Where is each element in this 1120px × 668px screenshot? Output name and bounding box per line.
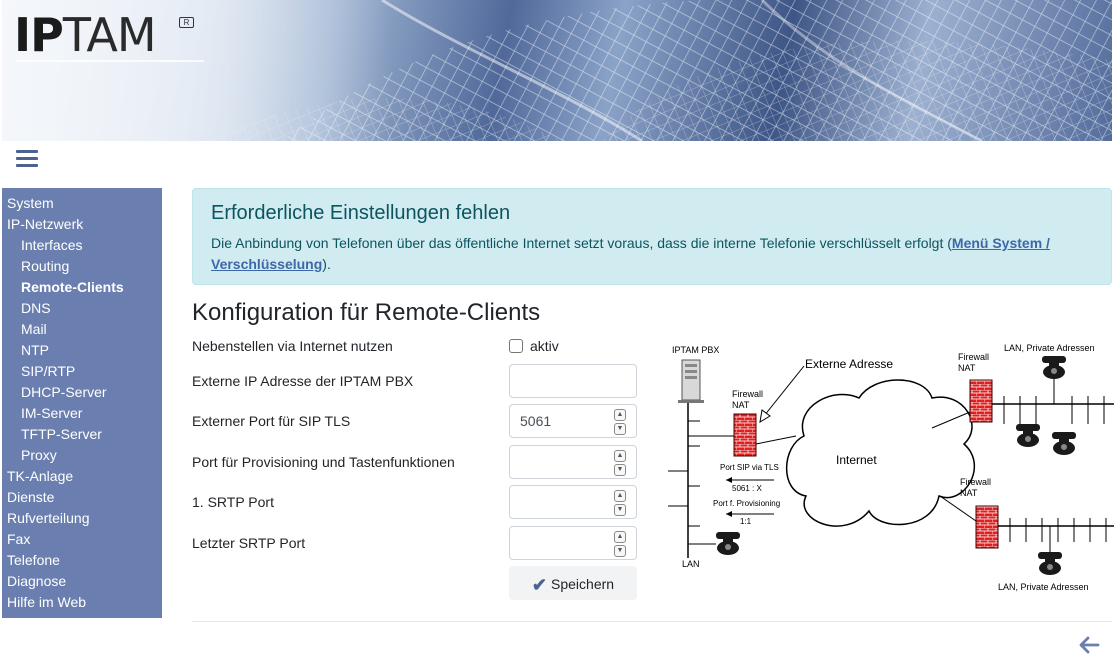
remote-phone-icon [1042,356,1066,379]
internet-cloud-icon [785,379,976,527]
remote-phone-icon [1052,432,1076,455]
firewall-right-bottom-label: Firewall [960,477,991,487]
firewall-right-bottom-icon [975,505,999,549]
spin-down-icon: ▼ [614,464,626,476]
aktiv-label: aktiv [530,338,559,354]
sidebar-item-dns[interactable]: DNS [2,298,162,319]
sidebar-item-system[interactable]: System [2,193,162,214]
local-phone-icon [716,532,740,555]
iptam-logo: IPTAM [14,8,157,62]
sip-tls-port-input[interactable]: 5061 ▲ ▼ [509,404,637,438]
nat-right-top-label: NAT [958,363,976,373]
nat-left-label: NAT [732,400,750,410]
alert-title: Erforderliche Einstellungen fehlen [211,202,511,224]
remote-clients-network-diagram: IPTAM PBX LAN Firewall NAT Port SIP via … [668,343,1114,592]
header-banner: IPTAM R [2,0,1112,141]
sidebar-item-proxy[interactable]: Proxy [2,445,162,466]
remote-phone-icon [1016,424,1040,447]
sidebar-item-fax[interactable]: Fax [2,529,162,550]
missing-settings-alert: Erforderliche Einstellungen fehlen Die A… [192,188,1112,285]
external-address-label: Externe Adresse [805,357,893,371]
spin-down-icon: ▼ [614,545,626,557]
srtp-first-port-label: 1. SRTP Port [192,494,274,510]
srtp-last-port-input[interactable]: ▲ ▼ [509,526,637,560]
back-arrow-icon[interactable] [1076,632,1102,658]
firewall-left-label: Firewall [732,389,763,399]
sidebar-item-ntp[interactable]: NTP [2,340,162,361]
sidebar-item-diagnose[interactable]: Diagnose [2,571,162,592]
srtp-last-port-spinner[interactable]: ▲ ▼ [614,531,626,557]
sidebar-item-sip-rtp[interactable]: SIP/RTP [2,361,162,382]
lan-private-bottom-label: LAN, Private Adressen [998,582,1089,592]
provisioning-port-input[interactable]: ▲ ▼ [509,445,637,479]
provisioning-port-spinner[interactable]: ▲ ▼ [614,450,626,476]
lan-label: LAN [682,559,700,569]
nat-right-bottom-label: NAT [960,488,978,498]
sidebar-item-remote-clients[interactable]: Remote-Clients [2,277,162,298]
spin-up-icon: ▲ [614,531,626,543]
sidebar-item-telefone[interactable]: Telefone [2,550,162,571]
page-title: Konfiguration für Remote-Clients [192,299,541,326]
sip-tls-port-spinner[interactable]: ▲ ▼ [614,409,626,435]
sidebar-item-routing[interactable]: Routing [2,256,162,277]
alert-text: Die Anbindung von Telefonen über das öff… [211,235,1050,272]
sidebar-item-dhcp-server[interactable]: DHCP-Server [2,382,162,403]
spin-down-icon: ▼ [614,423,626,435]
lan-private-top-label: LAN, Private Adressen [1004,343,1095,353]
sidebar-item-hilfe-im-web[interactable]: Hilfe im Web [2,592,162,613]
external-ip-label: Externe IP Adresse der IPTAM PBX [192,373,414,389]
port-sip-map-label: 5061 : X [732,484,762,493]
srtp-first-port-input[interactable]: ▲ ▼ [509,485,637,519]
sidebar-item-dienste[interactable]: Dienste [2,487,162,508]
srtp-last-port-label: Letzter SRTP Port [192,535,306,551]
srtp-first-port-spinner[interactable]: ▲ ▼ [614,490,626,516]
external-ip-input[interactable] [509,364,637,398]
sidebar-item-tftp-server[interactable]: TFTP-Server [2,424,162,445]
pbx-server-icon [678,359,704,403]
port-prov-map-label: 1:1 [740,517,752,526]
port-sip-label: Port SIP via TLS [720,463,779,472]
sip-tls-port-label: Externer Port für SIP TLS [192,413,351,429]
firewall-left-icon [733,413,757,457]
registered-mark: R [179,17,194,28]
sidebar-item-tk-anlage[interactable]: TK-Anlage [2,466,162,487]
footer-divider [192,621,1112,622]
sidebar-item-mail[interactable]: Mail [2,319,162,340]
spin-up-icon: ▲ [614,450,626,462]
spin-down-icon: ▼ [614,504,626,516]
sidebar-item-rufverteilung[interactable]: Rufverteilung [2,508,162,529]
internet-extensions-label: Nebenstellen via Internet nutzen [192,338,393,354]
banner-architecture-pattern [2,0,1112,141]
remote-phone-icon [1038,552,1062,575]
spin-up-icon: ▲ [614,490,626,502]
checkmark-icon: ✔ [531,575,548,595]
firewall-right-top-label: Firewall [958,352,989,362]
pbx-label: IPTAM PBX [672,345,719,355]
provisioning-port-label: Port für Provisioning und Tastenfunktion… [192,454,455,470]
firewall-right-top-icon [969,379,993,423]
save-button[interactable]: ✔ Speichern [509,566,637,600]
aktiv-checkbox[interactable] [509,339,523,353]
sidebar-item-interfaces[interactable]: Interfaces [2,235,162,256]
port-prov-label: Port f. Provisioning [713,499,780,508]
sidebar-item-ip-netzwerk[interactable]: IP-Netzwerk [2,214,162,235]
sidebar-nav: System IP-Netzwerk Interfaces Routing Remote… [2,188,162,618]
logo-underline [16,60,204,62]
internet-label: Internet [836,453,877,467]
hamburger-menu-icon[interactable] [16,150,38,168]
spin-up-icon: ▲ [614,409,626,421]
sidebar-item-im-server[interactable]: IM-Server [2,403,162,424]
